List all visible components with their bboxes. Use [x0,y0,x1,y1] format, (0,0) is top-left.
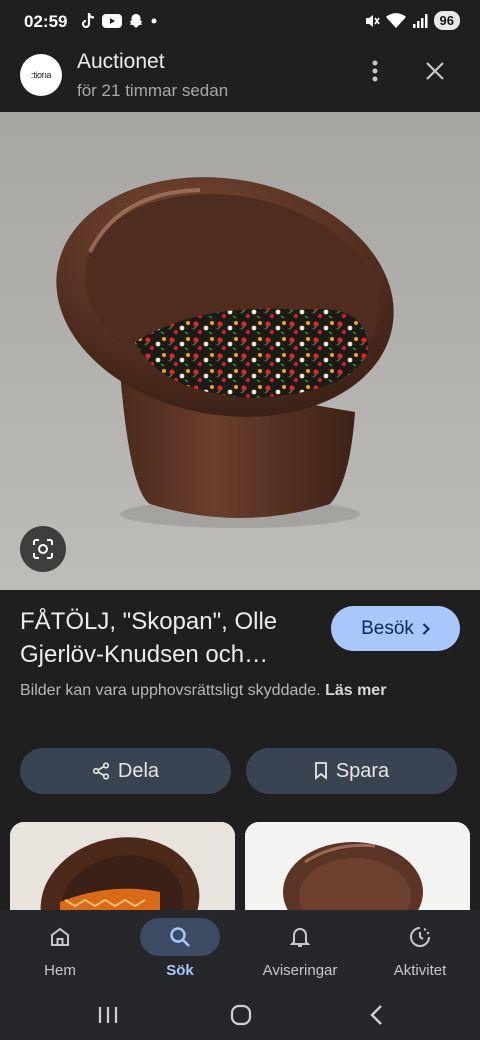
status-bar: 02:59 96 [0,0,480,44]
related-chair-image-2 [245,822,470,922]
copyright-notice: Bilder kan vara upphovsrättsligt skyddad… [20,678,460,704]
source-timestamp: för 21 timmar sedan [77,81,229,100]
logo-text: :tiona [30,70,52,80]
share-label: Dela [117,759,160,782]
battery-indicator: 96 [433,11,460,30]
nav-item-home[interactable]: Hem [0,910,120,990]
activity-icon [410,927,430,947]
activity-icon-wrap [380,918,460,956]
system-icons: 96 [364,11,460,30]
save-button[interactable]: Spara [246,748,457,794]
share-icon [92,762,110,780]
related-image-1[interactable] [10,822,235,922]
nav-item-activity[interactable]: Aktivitet [360,910,480,990]
home-icon-wrap [20,918,100,956]
copyright-text: Bilder kan vara upphovsrättsligt skyddad… [20,682,321,699]
home-icon [51,927,69,946]
lens-icon [33,539,53,559]
source-title[interactable]: Auctionet [77,50,165,74]
signal-icon [412,13,428,28]
close-button[interactable] [420,56,450,86]
nav-label-home: Hem [44,962,76,979]
save-label: Spara [335,759,390,782]
tiktok-icon [81,12,95,29]
home-system-button[interactable] [221,998,261,1032]
bottom-navigation: Hem Sök Aviseringar Aktivitet [0,910,480,990]
wifi-icon [385,12,406,28]
close-icon [426,62,444,80]
nav-label-notifications: Aviseringar [262,962,338,979]
visit-label: Besök [361,617,414,639]
system-navigation-bar [0,990,480,1040]
notification-icons [80,12,158,30]
visit-button[interactable]: Besök [331,606,460,651]
bell-icon [290,928,310,947]
home-circle-icon [230,1004,252,1026]
search-icon [170,927,190,947]
nav-item-search[interactable]: Sök [120,910,240,990]
nav-label-search: Sök [166,962,194,979]
share-button[interactable]: Dela [20,748,231,794]
related-chair-image-1 [10,822,235,922]
mute-icon [365,14,380,27]
bookmark-icon [314,762,327,780]
product-image[interactable] [0,112,480,590]
chair-image [0,112,480,590]
status-time: 02:59 [24,12,68,31]
read-more-link[interactable]: Läs mer [325,682,386,699]
bell-icon-wrap [260,918,340,956]
source-header: :tiona Auctionet för 21 timmar sedan [0,44,480,112]
back-button[interactable] [356,998,396,1032]
dot-icon [151,18,157,24]
youtube-icon [102,14,122,28]
more-vert-icon [372,60,378,82]
recent-apps-button[interactable] [88,998,128,1032]
recent-apps-icon [98,1007,118,1023]
source-logo[interactable]: :tiona [20,54,62,96]
google-lens-button[interactable] [20,526,66,572]
more-options-button[interactable] [360,56,390,86]
search-icon-wrap [140,918,220,956]
chevron-right-icon [422,622,430,635]
snapchat-icon [129,14,143,28]
back-icon [370,1005,382,1025]
nav-label-activity: Aktivitet [393,962,447,979]
nav-item-notifications[interactable]: Aviseringar [240,910,360,990]
item-title[interactable]: FÅTÖLJ, "Skopan", Olle Gjerlöv-Knudsen o… [20,605,320,671]
related-image-2[interactable] [245,822,470,922]
